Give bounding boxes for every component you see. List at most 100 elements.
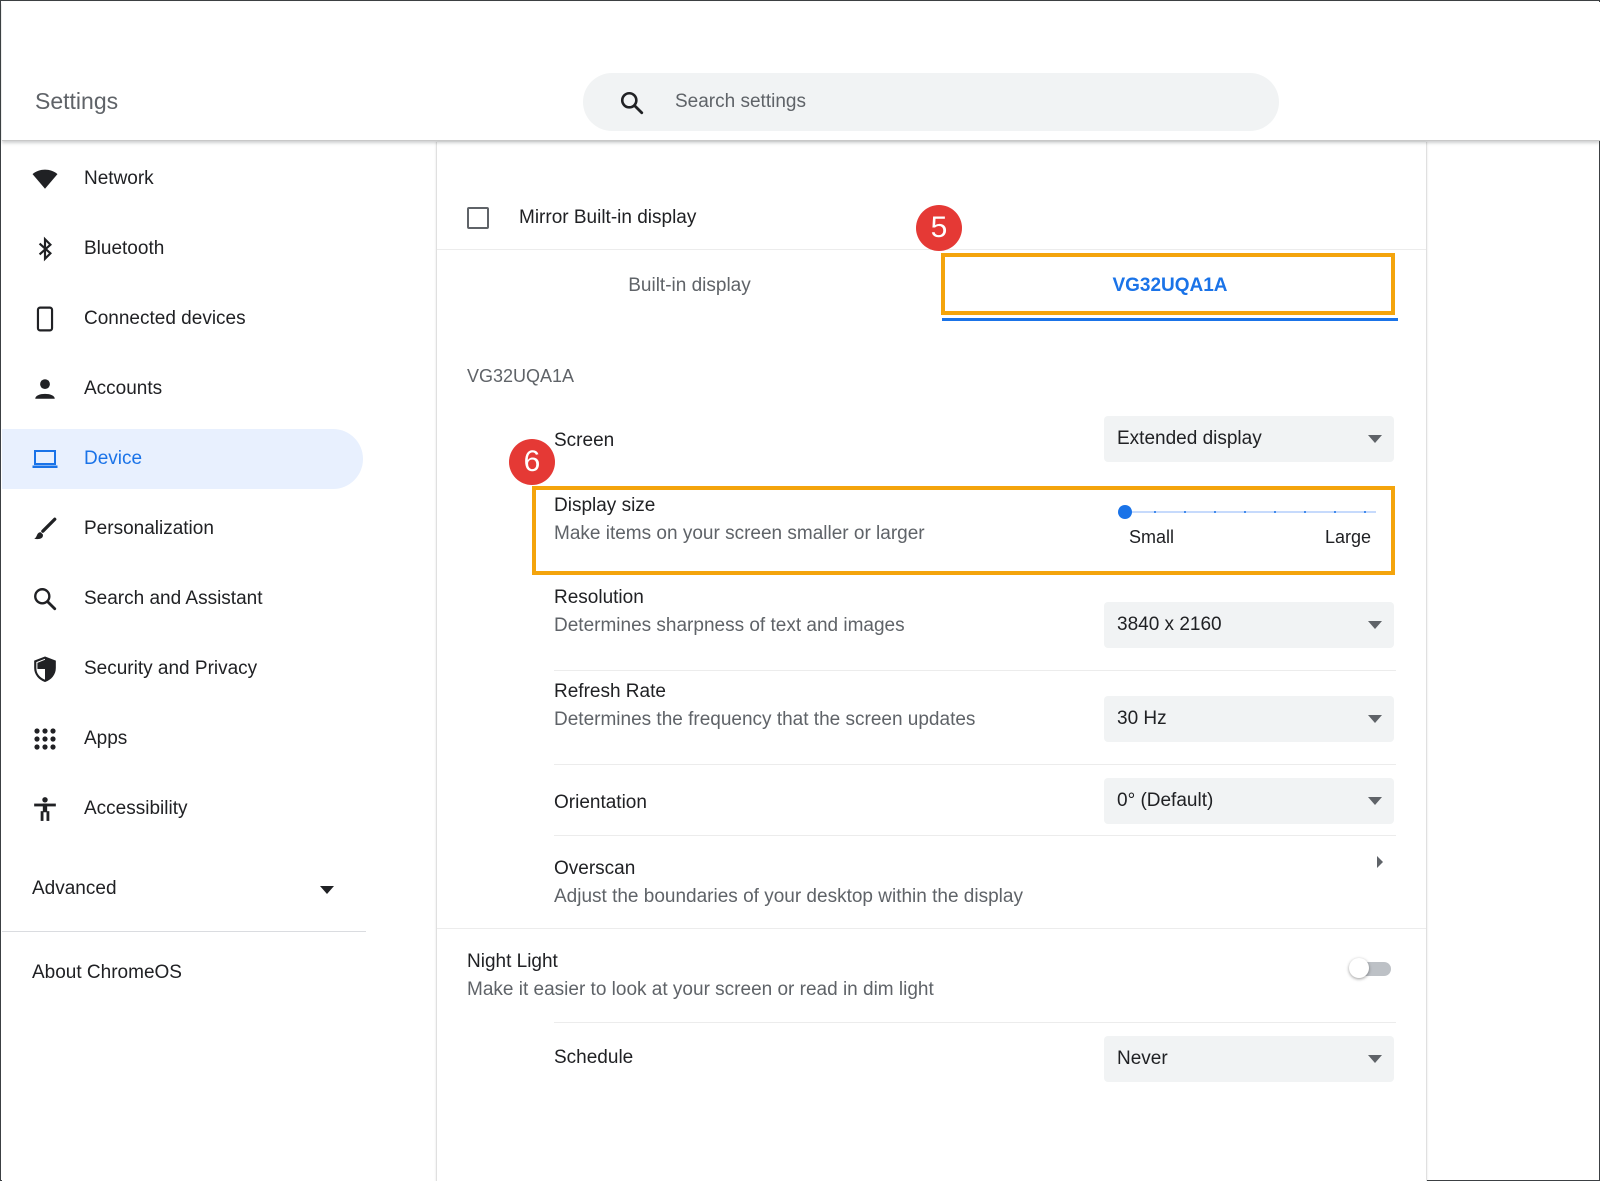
- screen-mode-select[interactable]: Extended display: [1104, 416, 1394, 462]
- settings-window: Settings Network Bluetooth: [0, 0, 1600, 1181]
- sidebar-item-label: Accessibility: [84, 798, 188, 819]
- night-light-description: Make it easier to look at your screen or…: [467, 979, 934, 1000]
- sidebar-item-about[interactable]: About ChromeOS: [32, 962, 182, 984]
- screen-label: Screen: [554, 430, 615, 451]
- slider-tick: [1184, 511, 1186, 513]
- mirror-display-label: Mirror Built-in display: [519, 207, 697, 228]
- resolution-label: Resolution: [554, 587, 644, 608]
- sidebar-item-personalization[interactable]: Personalization: [2, 499, 363, 559]
- step-badge-6: 6: [509, 439, 555, 485]
- screen-mode-value: Extended display: [1117, 428, 1262, 449]
- sidebar-advanced-toggle[interactable]: Advanced: [2, 864, 363, 914]
- sidebar-item-accessibility[interactable]: Accessibility: [2, 779, 363, 839]
- resolution-value: 3840 x 2160: [1117, 614, 1222, 635]
- slider-tick: [1304, 511, 1306, 513]
- orientation-value: 0° (Default): [1117, 790, 1214, 811]
- overscan-description: Adjust the boundaries of your desktop wi…: [554, 886, 1023, 907]
- refresh-rate-label: Refresh Rate: [554, 681, 666, 702]
- chevron-right-icon[interactable]: [1376, 855, 1384, 869]
- row-divider: [554, 764, 1396, 765]
- search-icon: [620, 91, 644, 115]
- display-tabs: Built-in display VG32UQA1A: [437, 250, 1426, 322]
- apps-grid-icon: [32, 726, 58, 752]
- laptop-icon: [32, 446, 58, 472]
- schedule-select[interactable]: Never: [1104, 1036, 1394, 1082]
- sidebar-item-label: Advanced: [32, 878, 117, 899]
- sidebar-item-security-and-privacy[interactable]: Security and Privacy: [2, 639, 363, 699]
- app-title: Settings: [35, 88, 119, 114]
- overscan-label: Overscan: [554, 858, 636, 879]
- refresh-rate-description: Determines the frequency that the screen…: [554, 709, 976, 730]
- sidebar-item-label: Device: [84, 448, 143, 469]
- night-light-toggle[interactable]: [1349, 957, 1393, 979]
- sidebar-item-label: Search and Assistant: [84, 588, 263, 609]
- toggle-knob: [1349, 958, 1369, 978]
- phone-icon: [32, 306, 58, 332]
- row-divider: [554, 835, 1396, 836]
- sidebar-item-apps[interactable]: Apps: [2, 709, 363, 769]
- person-icon: [32, 376, 58, 402]
- slider-tick: [1274, 511, 1276, 513]
- schedule-label: Schedule: [554, 1047, 634, 1068]
- sidebar-item-accounts[interactable]: Accounts: [2, 359, 363, 419]
- slider-track: [1124, 511, 1376, 513]
- mirror-display-checkbox[interactable]: [467, 207, 489, 229]
- search-box[interactable]: [583, 73, 1279, 131]
- section-divider: [437, 928, 1426, 929]
- sidebar-item-label: Security and Privacy: [84, 658, 258, 679]
- slider-tick: [1244, 511, 1246, 513]
- row-divider: [554, 670, 1396, 671]
- resolution-description: Determines sharpness of text and images: [554, 615, 905, 636]
- dropdown-arrow-icon: [1368, 797, 1382, 805]
- sidebar-item-network[interactable]: Network: [2, 149, 363, 209]
- orientation-select[interactable]: 0° (Default): [1104, 778, 1394, 824]
- resolution-select[interactable]: 3840 x 2160: [1104, 602, 1394, 648]
- tab-vg32uqa1a[interactable]: VG32UQA1A: [942, 250, 1398, 322]
- schedule-value: Never: [1117, 1048, 1168, 1069]
- sidebar-item-label: Connected devices: [84, 308, 246, 329]
- sidebar-item-label: Network: [84, 168, 154, 189]
- sidebar-item-device[interactable]: Device: [2, 429, 363, 489]
- tab-built-in-display[interactable]: Built-in display: [437, 250, 942, 322]
- sidebar-item-label: Bluetooth: [84, 238, 165, 259]
- night-light-label: Night Light: [467, 951, 558, 972]
- refresh-rate-select[interactable]: 30 Hz: [1104, 696, 1394, 742]
- accessibility-icon: [32, 796, 58, 822]
- display-settings-card: Mirror Built-in display Built-in display…: [436, 142, 1427, 1181]
- display-size-label: Display size: [554, 495, 656, 516]
- tab-selected-underline: [942, 318, 1398, 321]
- sidebar-item-label: Apps: [84, 728, 128, 749]
- sidebar-item-search-and-assistant[interactable]: Search and Assistant: [2, 569, 363, 629]
- shield-icon: [32, 656, 58, 682]
- orientation-label: Orientation: [554, 792, 647, 813]
- display-size-slider[interactable]: [1116, 502, 1382, 522]
- slider-tick: [1154, 511, 1156, 513]
- slider-tick: [1334, 511, 1336, 513]
- sidebar: Network Bluetooth Connected devices Acco…: [2, 142, 436, 1181]
- dropdown-arrow-icon: [1368, 1055, 1382, 1063]
- search-icon: [32, 586, 58, 612]
- slider-max-label: Large: [1325, 527, 1372, 547]
- display-size-description: Make items on your screen smaller or lar…: [554, 523, 925, 544]
- sidebar-item-bluetooth[interactable]: Bluetooth: [2, 219, 363, 279]
- search-input[interactable]: [675, 73, 1235, 131]
- dropdown-arrow-icon: [1368, 621, 1382, 629]
- header-bar: Settings: [2, 2, 1600, 141]
- slider-min-label: Small: [1129, 527, 1175, 547]
- slider-tick: [1364, 511, 1366, 513]
- sidebar-item-connected-devices[interactable]: Connected devices: [2, 289, 363, 349]
- dropdown-arrow-icon: [1368, 715, 1382, 723]
- chevron-down-icon: [320, 886, 334, 894]
- sidebar-divider: [2, 931, 366, 932]
- sidebar-item-label: Personalization: [84, 518, 214, 539]
- brush-icon: [32, 516, 58, 542]
- refresh-rate-value: 30 Hz: [1117, 708, 1167, 729]
- slider-tick: [1214, 511, 1216, 513]
- wifi-icon: [32, 166, 58, 192]
- bluetooth-icon: [32, 236, 58, 262]
- slider-knob[interactable]: [1118, 505, 1132, 519]
- dropdown-arrow-icon: [1368, 435, 1382, 443]
- step-badge-5: 5: [916, 205, 962, 251]
- sidebar-item-label: Accounts: [84, 378, 163, 399]
- display-section-title: VG32UQA1A: [467, 366, 575, 386]
